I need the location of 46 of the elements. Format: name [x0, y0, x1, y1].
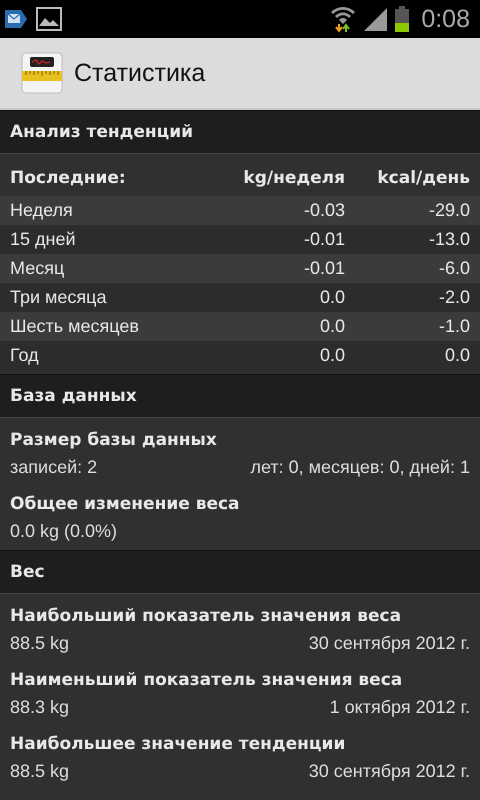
stat-detail: 30 сентября 2012 г.: [308, 760, 470, 783]
table-cell-text: -29.0: [428, 200, 470, 221]
table-cell-text: -6.0: [438, 258, 470, 279]
tape-measure-icon[interactable]: [20, 51, 64, 95]
table-cell-text: 0.0: [318, 287, 345, 308]
stat-title: Общее изменение веса: [10, 493, 241, 516]
stat-value: записей: 2: [10, 456, 98, 479]
table-cell-text: 0.0: [318, 316, 345, 337]
section-header: Анализ тенденций: [0, 110, 480, 154]
stat-title: Наименьший показатель значения веса: [10, 669, 404, 692]
table-cell-text: -0.01: [302, 258, 345, 279]
table-cell-text: Год: [10, 345, 40, 366]
stat-title: Размер базы данных: [10, 429, 218, 452]
table-cell-text: -0.01: [302, 229, 345, 250]
signal-icon: [363, 6, 390, 32]
battery-icon: [395, 6, 410, 32]
table-cell-text: -2.0: [438, 287, 470, 308]
stat-value: 88.5 kg: [10, 760, 70, 783]
image-icon: [36, 7, 62, 31]
stat-title: Наибольшее значение тенденции: [10, 733, 346, 756]
stat-value: 0.0 kg (0.0%): [10, 520, 118, 543]
mail-icon: [4, 7, 28, 31]
table-cell-text: 0.0: [318, 345, 345, 366]
table-cell-text: Шесть месяцев: [10, 316, 140, 337]
table-cell-text: -13.0: [428, 229, 470, 250]
column-header: kcal/день: [376, 168, 470, 188]
wifi-icon: [329, 4, 358, 34]
stat-value: 88.5 kg: [10, 632, 70, 655]
column-header: kg/неделя: [242, 168, 345, 188]
section-header: Вес: [0, 550, 480, 594]
table-cell-text: Месяц: [10, 258, 66, 279]
table-cell-text: Неделя: [10, 200, 74, 221]
stat-detail: 1 октября 2012 г.: [330, 696, 470, 719]
section-header: База данных: [0, 374, 480, 418]
stat-title: Наибольший показатель значения веса: [10, 605, 402, 628]
screen-title: Статистика: [74, 58, 206, 88]
clock: 0:08: [421, 4, 470, 34]
stat-detail: 30 сентября 2012 г.: [308, 632, 470, 655]
table-cell-text: 15 дней: [10, 229, 77, 250]
stat-detail: лет: 0, месяцев: 0, дней: 1: [250, 456, 470, 479]
table-cell-text: 0.0: [444, 345, 470, 366]
table-cell-text: -0.03: [302, 200, 345, 221]
table-cell-text: Три месяца: [10, 287, 108, 308]
table-cell-text: -1.0: [438, 316, 470, 337]
stat-value: 88.3 kg: [10, 696, 70, 719]
column-header: Последние:: [10, 168, 127, 188]
